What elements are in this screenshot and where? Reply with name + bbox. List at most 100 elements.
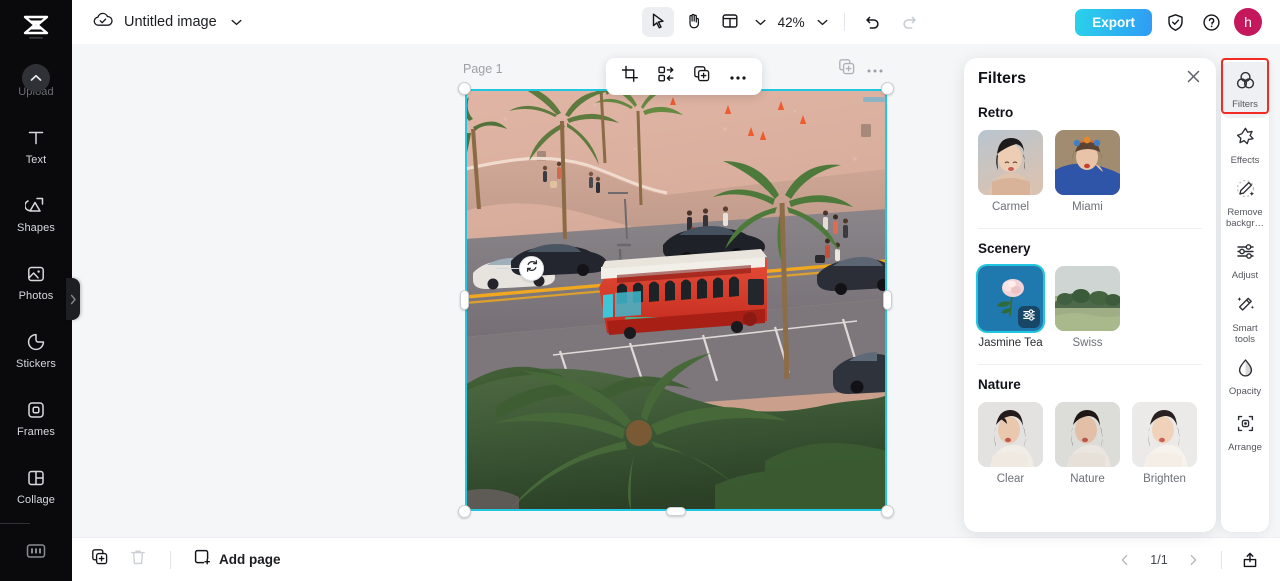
filter-item-swiss[interactable]: Swiss [1055, 266, 1120, 349]
rail-item-label: Adjust [1232, 271, 1258, 282]
arrange-icon [1235, 413, 1256, 439]
capcut-logo-icon[interactable] [0, 0, 72, 56]
filter-item-nature[interactable]: Nature [1055, 402, 1120, 485]
sidebar-item-label: Frames [17, 427, 55, 438]
rail-item-effects[interactable]: Effects [1222, 118, 1268, 174]
resize-handle-top-right[interactable] [881, 82, 894, 95]
filter-item-brighten[interactable]: Brighten [1132, 402, 1197, 485]
rail-item-smart-tools[interactable]: Smart tools [1222, 290, 1268, 350]
cursor-arrow-icon [649, 12, 667, 33]
sidebar-item-photos[interactable]: Photos [0, 248, 72, 316]
filter-label: Swiss [1072, 337, 1102, 349]
rotate-icon [525, 259, 539, 278]
export-share-button[interactable] [1236, 546, 1264, 574]
rail-item-arrange[interactable]: Arrange [1222, 406, 1268, 462]
sidebar-item-shapes[interactable]: Shapes [0, 180, 72, 248]
resize-handle-right[interactable] [883, 290, 892, 310]
filter-thumbnail [978, 402, 1043, 467]
resize-handle-left[interactable] [460, 290, 469, 310]
filter-item-carmel[interactable]: Carmel [978, 130, 1043, 213]
next-page-button[interactable] [1179, 546, 1207, 574]
filter-group-title: Retro [978, 105, 1202, 120]
resize-handle-top-left[interactable] [458, 82, 471, 95]
sidebar-item-frames[interactable]: Frames [0, 384, 72, 452]
shield-check-icon[interactable] [1162, 9, 1188, 35]
image-floating-toolbar [606, 58, 762, 95]
undo-arrow-icon [864, 12, 882, 33]
export-button[interactable]: Export [1075, 9, 1152, 36]
document-title-chevron[interactable] [227, 9, 247, 35]
rail-item-label: Smart tools [1223, 324, 1267, 346]
filter-item-clear[interactable]: Clear [978, 402, 1043, 485]
rail-item-label: Filters [1232, 100, 1258, 111]
remove-background-icon [1235, 178, 1256, 204]
redo-button[interactable] [893, 7, 925, 37]
page-navigation: 1/1 [1111, 546, 1280, 574]
sidebar-item-text[interactable]: Text [0, 112, 72, 180]
sidebar-collapse-handle[interactable] [66, 278, 80, 320]
filter-thumbnail [1055, 130, 1120, 195]
crop-button[interactable] [615, 63, 645, 91]
layout-chevron-button[interactable] [750, 9, 770, 35]
sidebar-scroll-region: Upload Text Shapes [0, 56, 72, 525]
filter-thumbnail [978, 266, 1043, 331]
page-more-button[interactable] [866, 61, 884, 79]
rotate-handle[interactable] [519, 256, 544, 281]
cloud-saved-icon[interactable] [92, 11, 114, 34]
ellipsis-icon [729, 68, 747, 86]
question-circle-icon[interactable] [1198, 9, 1224, 35]
duplicate-button[interactable] [687, 63, 717, 91]
close-x-icon [1185, 68, 1202, 85]
resize-handle-bottom-left[interactable] [458, 505, 471, 518]
duplicate-page-button[interactable] [86, 546, 114, 574]
hand-icon [685, 12, 703, 33]
trash-icon [129, 548, 147, 571]
filters-panel: Filters Retro [964, 58, 1216, 532]
prev-page-button[interactable] [1111, 546, 1139, 574]
rail-item-filters[interactable]: Filters [1222, 62, 1268, 118]
resize-handle-bottom[interactable] [666, 507, 686, 516]
magic-wand-icon [1235, 294, 1256, 320]
delete-page-button[interactable] [124, 546, 152, 574]
zoom-chevron-button[interactable] [812, 9, 832, 35]
select-tool-button[interactable] [642, 7, 674, 37]
more-options-button[interactable] [723, 63, 753, 91]
artboard[interactable] [465, 89, 887, 511]
user-avatar[interactable]: h [1234, 8, 1262, 36]
page-overlay-actions [838, 58, 884, 81]
canvas-tools: 42% [492, 7, 1075, 37]
filter-adjust-badge[interactable] [1018, 306, 1040, 328]
page-duplicate-button[interactable] [838, 58, 856, 81]
replace-button[interactable] [651, 63, 681, 91]
sidebar-scroll-up-button[interactable] [22, 64, 50, 92]
rail-item-opacity[interactable]: Opacity [1222, 350, 1268, 406]
filter-label: Miami [1072, 201, 1103, 213]
document-title[interactable]: Untitled image [124, 14, 217, 30]
filter-item-miami[interactable]: Miami [1055, 130, 1120, 213]
left-sidebar: Upload Text Shapes [0, 0, 72, 581]
sidebar-item-stickers[interactable]: Stickers [0, 316, 72, 384]
layout-tool-button[interactable] [714, 7, 746, 37]
hand-tool-button[interactable] [678, 7, 710, 37]
filters-list[interactable]: Retro [964, 100, 1216, 532]
filter-item-jasmine-tea[interactable]: Jasmine Tea [978, 266, 1043, 349]
rail-item-label: Arrange [1228, 443, 1262, 454]
rail-item-remove-background[interactable]: Remove backgr… [1222, 174, 1268, 234]
zoom-level-value[interactable]: 42% [774, 15, 808, 30]
rail-item-adjust[interactable]: Adjust [1222, 234, 1268, 290]
filter-group-nature: Clear [978, 402, 1202, 485]
filter-group-title: Scenery [978, 241, 1202, 256]
undo-button[interactable] [857, 7, 889, 37]
keyboard-shortcuts-button[interactable] [0, 525, 72, 581]
sidebar-item-label: Collage [17, 495, 55, 506]
add-page-button[interactable]: Add page [189, 548, 285, 571]
duplicate-icon [693, 65, 711, 88]
rail-item-label: Effects [1231, 156, 1260, 167]
resize-handle-bottom-right[interactable] [881, 505, 894, 518]
sidebar-item-collage[interactable]: Collage [0, 452, 72, 520]
selected-image[interactable] [465, 89, 887, 511]
chevron-right-icon [70, 294, 77, 305]
close-panel-button[interactable] [1185, 68, 1202, 90]
chevron-right-icon [1187, 554, 1199, 566]
sticker-icon [24, 330, 48, 354]
